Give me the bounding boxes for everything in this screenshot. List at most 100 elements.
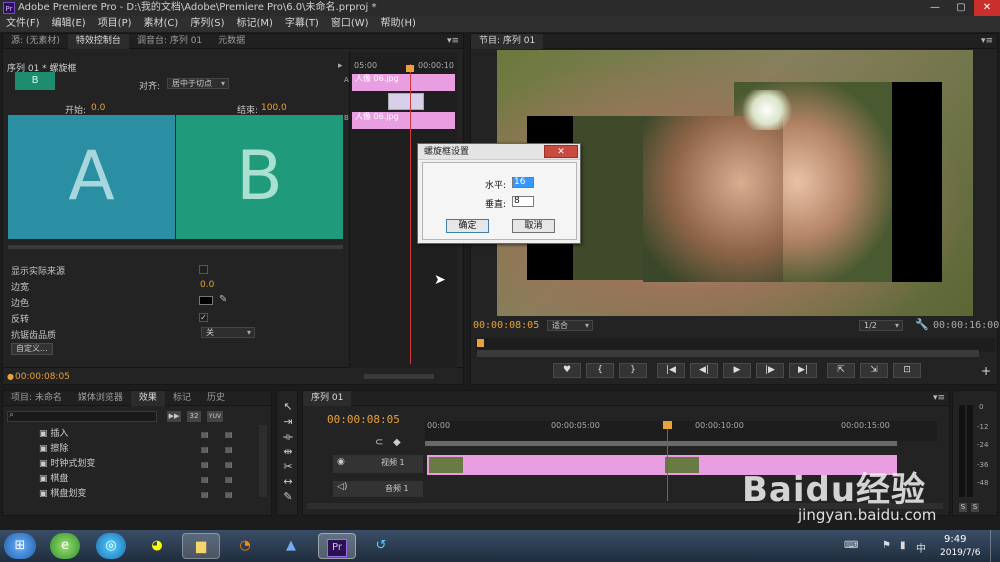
menu-title[interactable]: 字幕(T) [279,16,325,32]
tab-effects[interactable]: 效果 [130,390,165,406]
vertical-input[interactable]: 8 [512,196,534,207]
antialias-dropdown[interactable]: 关 [201,327,255,338]
add-marker-button[interactable]: ♥ [553,363,581,378]
tab-media-browser[interactable]: 媒体浏览器 [70,391,131,406]
effects-scrollbar[interactable] [259,425,267,497]
settings-wrench-icon[interactable]: 🔧 [915,318,929,331]
taskbar-explorer-icon[interactable]: ▆ [182,533,220,559]
tab-project[interactable]: 项目: 未命名 [3,391,70,406]
razor-tool-icon[interactable]: ✂ [280,459,296,474]
program-current-time[interactable]: 00:00:08:05 [473,320,539,331]
fit-dropdown[interactable]: 适合 [547,320,593,331]
solo-right-button[interactable]: S [971,503,979,512]
list-item[interactable]: ▣ 棋盘划变 [39,487,95,502]
tray-keyboard-icon[interactable]: ⌨ [844,540,858,551]
go-to-out-button[interactable]: ▶| [789,363,817,378]
tab-metadata[interactable]: 元数据 [210,34,253,49]
tray-language[interactable]: 中 [916,540,926,555]
program-zoom-bar[interactable] [477,350,979,357]
tab-history[interactable]: 历史 [199,391,233,406]
taskbar-premiere-icon[interactable]: Pr [318,533,356,559]
show-desktop-button[interactable] [990,530,1000,562]
extract-button[interactable]: ⇲ [860,363,888,378]
tab-source[interactable]: 源: (无素材) [3,34,68,49]
mini-transition[interactable] [388,93,424,110]
ripple-edit-tool-icon[interactable]: ⟛ [280,429,296,444]
mini-clip-a[interactable]: 人像 06.jpg [352,74,455,91]
tab-effect-controls[interactable]: 特效控制台 [67,33,129,49]
taskbar-app-360-icon[interactable]: e [50,533,80,559]
cancel-button[interactable]: 取消 [512,219,555,233]
rolling-edit-tool-icon[interactable]: ⇹ [280,444,296,459]
list-item[interactable]: ▣ 时钟式划变 [39,457,95,472]
mark-out-button[interactable]: } [619,363,647,378]
maximize-button[interactable]: ▢ [948,0,974,16]
lift-button[interactable]: ⇱ [827,363,855,378]
tab-audio-mixer[interactable]: 调音台: 序列 01 [129,34,210,49]
horizontal-input[interactable]: 16 [512,177,534,188]
resolution-dropdown[interactable]: 1/2 [859,320,903,331]
pen-tool-icon[interactable]: ✎ [280,489,296,504]
tab-sequence[interactable]: 序列 01 [303,390,352,406]
solo-left-button[interactable]: S [959,503,967,512]
reverse-checkbox[interactable]: ✓ [199,313,208,322]
end-value[interactable]: 100.0 [261,103,287,113]
tray-flag-icon[interactable]: ⚑ [882,540,891,551]
border-color-swatch[interactable] [199,296,213,305]
selection-tool-icon[interactable]: ↖ [280,399,296,414]
start-button[interactable]: ⊞ [4,533,36,559]
eyedropper-icon[interactable]: ✎ [219,294,227,305]
tab-program[interactable]: 节目: 序列 01 [471,33,544,49]
list-item[interactable]: ▣ 擦除 [39,442,95,457]
list-item[interactable]: ▣ 插入 [39,427,95,442]
menu-file[interactable]: 文件(F) [0,16,46,32]
work-area-bar[interactable] [425,441,897,446]
mini-playhead-marker-icon[interactable] [406,65,414,72]
preview-a[interactable]: A [8,115,175,239]
taskbar-firefox-icon[interactable]: ◔ [230,533,260,559]
export-frame-button[interactable]: ⊡ [893,363,921,378]
track-select-tool-icon[interactable]: ⇥ [280,414,296,429]
mini-playhead[interactable] [410,64,411,364]
mark-in-button[interactable]: { [586,363,614,378]
timeline-playhead-marker-icon[interactable] [663,421,672,429]
go-to-in-button[interactable]: |◀ [657,363,685,378]
menu-window[interactable]: 窗口(W) [325,16,375,32]
menu-project[interactable]: 项目(P) [92,16,138,32]
add-button-icon[interactable]: + [981,364,991,378]
mini-scrollbar[interactable] [364,374,434,379]
list-item[interactable]: ▣ 棋盘 [39,472,95,487]
step-back-button[interactable]: ◀| [690,363,718,378]
snap-icon[interactable]: ⊂ [375,437,383,448]
border-width-value[interactable]: 0.0 [200,280,214,290]
ok-button[interactable]: 确定 [446,219,489,233]
slip-tool-icon[interactable]: ↔ [280,474,296,489]
close-button[interactable]: ✕ [974,0,1000,16]
tray-network-icon[interactable]: ▮ [900,540,906,551]
panel-menu-icon[interactable]: ▾≡ [447,34,459,49]
menu-help[interactable]: 帮助(H) [375,16,422,32]
tab-markers[interactable]: 标记 [165,391,199,406]
menu-edit[interactable]: 编辑(E) [46,16,92,32]
video-track-header[interactable]: ◉ 视频 1 [333,455,423,473]
menu-sequence[interactable]: 序列(S) [184,16,230,32]
clock-time[interactable]: 9:49 [944,534,966,545]
step-forward-button[interactable]: |▶ [756,363,784,378]
effect-timecode[interactable]: 00:00:08:05 [15,372,70,382]
preview-b[interactable]: B [176,115,343,239]
accelerated-effects-icon[interactable]: ▶▶ [167,411,181,422]
audio-track-header[interactable]: ◁) 音频 1 [333,481,423,497]
menu-marker[interactable]: 标记(M) [230,16,278,32]
menu-clip[interactable]: 素材(C) [138,16,185,32]
mini-clip-b[interactable]: 人像 06.jpg [352,112,455,129]
effects-search-input[interactable] [7,411,157,422]
start-value[interactable]: 0.0 [91,103,105,113]
dialog-close-button[interactable]: ✕ [544,145,578,158]
timeline-panel-menu-icon[interactable]: ▾≡ [933,391,945,406]
timeline-playhead[interactable] [667,421,668,501]
preview-scrollbar[interactable] [8,245,343,249]
timeline-ruler[interactable]: 00:00 00:00:05:00 00:00:10:00 00:00:15:0… [425,421,937,441]
program-panel-menu-icon[interactable]: ▾≡ [981,34,993,49]
speaker-icon[interactable]: ◁) [337,482,347,492]
breadcrumb-arrow-icon[interactable]: ▸ [338,61,343,71]
